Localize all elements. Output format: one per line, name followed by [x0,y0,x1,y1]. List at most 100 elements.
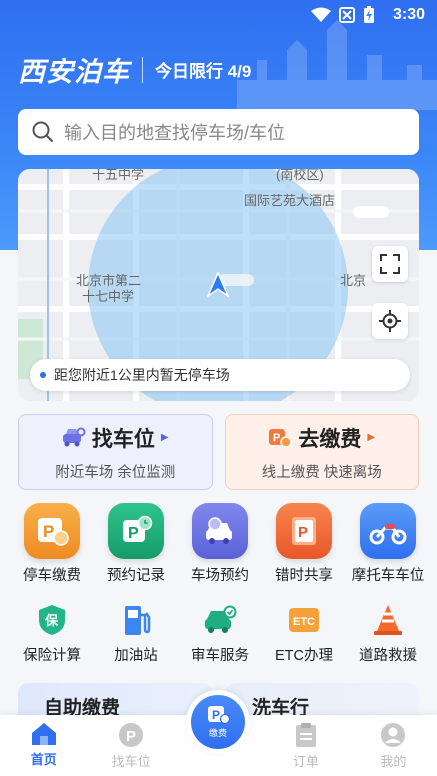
app-brand: 西安泊车 今日限行 4/9 [18,50,251,89]
center-pay-label: 缴费 [208,728,227,738]
motorcycle-tile [360,503,416,559]
status-icons [311,6,375,24]
find-parking-subtitle: 附近车场 余位监测 [55,464,176,481]
service-gas-station[interactable]: 加油站 [94,602,178,665]
service-car-reserve[interactable]: 车场预约 [178,503,262,585]
map-label: 十五中学 [92,169,145,182]
insurance-icon: 保 [39,605,65,635]
reservation-record-icon: P [123,515,153,542]
city-name: 西安泊车 [18,57,130,87]
service-label: 审车服务 [191,648,249,664]
service-label: 错时共享 [275,568,333,584]
notice-dot [40,372,46,378]
tab-find-parking[interactable]: P 找车位 [87,715,174,776]
parking-pay-tile: P [24,503,80,559]
caret-right-icon: ▶ [160,432,169,443]
service-label: 道路救援 [359,648,417,664]
center-pay-inner: P 缴费 [191,695,245,749]
service-shared-parking[interactable]: P 错时共享 [262,503,346,585]
center-pay-button[interactable]: P 缴费 [186,690,250,754]
etc-icon-wrap: ETC [284,602,324,638]
service-etc[interactable]: ETC ETC办理 [262,602,346,665]
motorcycle-icon [369,524,407,545]
car-inspection-icon [205,605,237,633]
map-label: 北京 [340,273,367,288]
map-label: 十七中学 [82,289,135,304]
service-label: 车场预约 [191,568,249,584]
parking-pay-icon: P [38,518,69,546]
car-reserve-icon [206,517,232,544]
service-label: 摩托车车位 [351,568,425,584]
service-label: ETC办理 [275,648,333,664]
status-time: 3:30 [392,6,425,23]
find-parking-card[interactable]: 找车位 ▶ 附近车场 余位监测 [18,414,213,490]
reservation-record-tile: P [108,503,164,559]
svg-text:P: P [43,522,54,541]
map-label: (南校区) [276,169,324,182]
home-icon [31,723,56,745]
map-label: 国际艺苑大酒店 [244,193,336,208]
service-insurance[interactable]: 保 保险计算 [10,602,94,665]
svg-text:P: P [212,708,220,722]
car-inspection-icon-wrap [200,602,240,638]
go-pay-subtitle: 线上缴费 快速离场 [261,464,382,481]
parking-pay-small-icon: P [269,428,293,448]
fullscreen-icon [380,254,400,274]
service-label: 预约记录 [107,568,165,584]
svg-text:P: P [273,432,280,444]
shared-parking-tile: P [276,503,332,559]
search-placeholder: 输入目的地查找停车场/车位 [64,123,285,143]
find-parking-title: 找车位 [91,427,155,451]
no-sim-icon [339,7,355,23]
service-motorcycle-parking[interactable]: 摩托车车位 [346,503,430,585]
tab-mine[interactable]: 我的 [350,715,437,776]
traffic-limit-text[interactable]: 今日限行 4/9 [155,57,251,82]
etc-icon: ETC [289,608,319,632]
svg-text:P: P [298,524,308,541]
caret-right-icon: ▶ [367,432,376,443]
shared-parking-icon: P [292,517,316,545]
tab-orders[interactable]: 订单 [262,715,349,776]
insurance-icon-wrap: 保 [32,602,72,638]
location-arrow-icon [207,272,229,298]
parking-icon: P [119,723,144,747]
user-icon [381,723,406,747]
tab-label: 我的 [380,754,407,769]
status-bar: 3:30 [0,0,437,32]
go-pay-card[interactable]: P 去缴费 ▶ 线上缴费 快速离场 [224,414,419,490]
locate-button[interactable] [372,303,408,339]
service-parking-pay[interactable]: P 停车缴费 [10,503,94,585]
gas-station-icon-wrap [116,602,156,638]
search-icon [32,121,54,143]
service-label: 加油站 [114,648,158,664]
service-reservation-record[interactable]: P 预约记录 [94,503,178,585]
road-rescue-icon-wrap [368,602,408,638]
fullscreen-button[interactable] [372,246,408,282]
find-parking-title-row: 找车位 ▶ [62,423,169,453]
city-skyline-decoration [237,20,437,110]
search-bar[interactable]: 输入目的地查找停车场/车位 [18,109,419,155]
tab-home[interactable]: 首页 [0,715,87,776]
tab-label: 首页 [30,752,57,767]
services-grid-primary: P 停车缴费 P 预约记录 车场预约 P 错时共享 摩托车车位 [10,503,430,585]
nearby-parking-notice: 距您附近1公里内暂无停车场 [30,359,410,391]
services-grid-secondary: 保 保险计算 加油站 审车服务 ETC ETC办理 道路救援 [10,602,430,665]
service-label: 停车缴费 [23,568,81,584]
main-action-cards: 找车位 ▶ 附近车场 余位监测 P 去缴费 ▶ 线上缴费 快速离场 [18,414,419,490]
service-road-rescue[interactable]: 道路救援 [346,602,430,665]
map-view[interactable]: 十五中学 (南校区) 国际艺苑大酒店 北京市第二 十七中学 北京 距您附近1公里… [18,169,419,401]
service-car-inspection[interactable]: 审车服务 [178,602,262,665]
tab-label: 找车位 [111,754,151,769]
locate-icon [379,310,401,332]
map-label: 北京市第二 [76,273,142,288]
road-rescue-icon [374,605,402,635]
gas-station-icon [125,606,151,635]
svg-text:保: 保 [44,613,59,629]
svg-text:P: P [126,728,136,745]
svg-text:ETC: ETC [293,616,315,628]
go-pay-title-row: P 去缴费 ▶ [268,423,375,453]
wifi-icon [311,7,331,22]
divider [142,56,143,83]
pay-parking-icon: P [208,706,230,725]
car-search-icon [62,427,86,446]
